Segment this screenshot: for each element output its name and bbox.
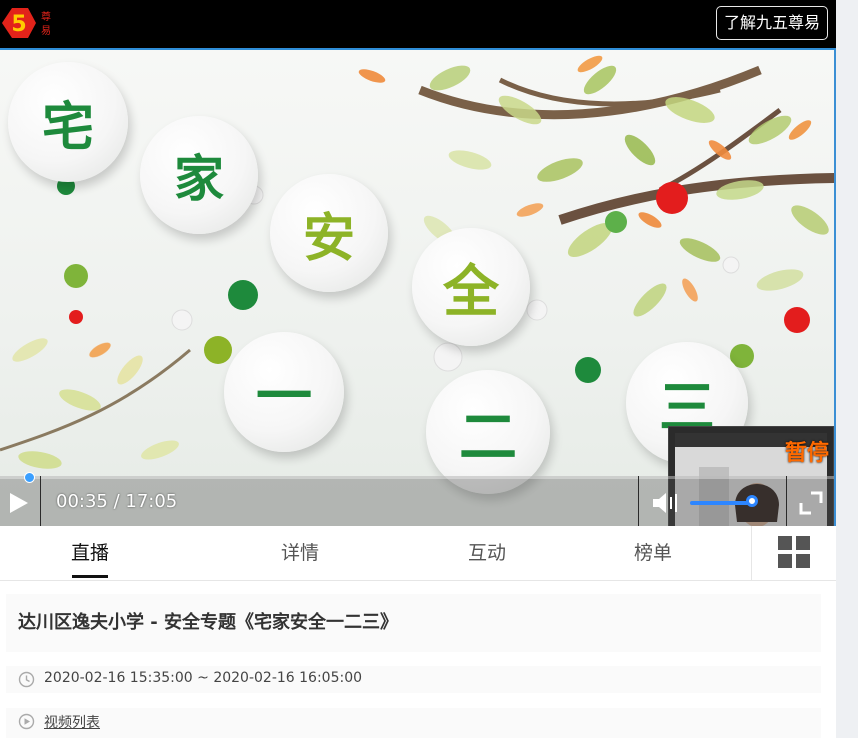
play-circle-icon bbox=[18, 713, 35, 730]
video-list-link[interactable]: 视频列表 bbox=[44, 712, 100, 732]
scene-char-bubble: 安 bbox=[270, 174, 388, 292]
svg-text:5: 5 bbox=[11, 12, 26, 37]
divider bbox=[638, 476, 639, 526]
tab-interaction[interactable]: 互动 bbox=[453, 526, 521, 580]
grid-icon bbox=[778, 536, 810, 568]
progress-handle[interactable] bbox=[24, 472, 35, 483]
schedule-row: 2020-02-16 15:35:00 ~ 2020-02-16 16:05:0… bbox=[6, 666, 821, 693]
fullscreen-button[interactable] bbox=[797, 489, 825, 517]
scene-char-bubble: 宅 bbox=[8, 62, 128, 182]
brand-logo[interactable]: 5 尊 易 bbox=[0, 4, 56, 42]
program-title-card: 达川区逸夫小学 - 安全专题《宅家安全一二三》 bbox=[6, 594, 821, 652]
tab-details[interactable]: 详情 bbox=[266, 526, 334, 580]
page: 5 尊 易 了解九五尊易 宅 家 安 全 一 二 三 暂停 00:35 / 17… bbox=[0, 0, 836, 738]
divider bbox=[40, 476, 41, 526]
menu-grid-button[interactable] bbox=[751, 526, 836, 580]
clock-icon bbox=[18, 671, 35, 688]
volume-knob[interactable] bbox=[746, 495, 758, 507]
tab-bar: 直播 详情 互动 榜单 bbox=[0, 526, 836, 581]
playback-time: 00:35 / 17:05 bbox=[56, 491, 178, 512]
pip-status-label: 暂停 bbox=[784, 441, 829, 466]
scene-char-bubble: 全 bbox=[412, 228, 530, 346]
play-button[interactable] bbox=[4, 488, 34, 518]
divider bbox=[786, 476, 787, 526]
player-controls: 00:35 / 17:05 bbox=[0, 472, 834, 526]
schedule-time: 2020-02-16 15:35:00 ~ 2020-02-16 16:05:0… bbox=[44, 670, 363, 686]
logo-text: 易 bbox=[41, 25, 51, 37]
play-icon bbox=[10, 493, 28, 513]
speaker-icon bbox=[653, 493, 677, 513]
video-list-row: 视频列表 bbox=[6, 708, 821, 738]
active-tab-indicator bbox=[72, 575, 108, 578]
svg-text:尊: 尊 bbox=[41, 10, 51, 23]
about-button[interactable]: 了解九五尊易 bbox=[715, 6, 828, 40]
top-bar: 5 尊 易 了解九五尊易 bbox=[0, 0, 836, 48]
tab-leaderboard[interactable]: 榜单 bbox=[619, 526, 687, 580]
program-title: 达川区逸夫小学 - 安全专题《宅家安全一二三》 bbox=[18, 612, 399, 633]
progress-bar[interactable] bbox=[0, 472, 834, 483]
volume-button[interactable] bbox=[651, 490, 679, 516]
fullscreen-icon bbox=[799, 491, 823, 515]
tab-live[interactable]: 直播 bbox=[56, 526, 124, 580]
scene-char-bubble: 一 bbox=[224, 332, 344, 452]
volume-slider[interactable] bbox=[690, 501, 754, 505]
page-gutter bbox=[836, 0, 858, 738]
scene-char-bubble: 家 bbox=[140, 116, 258, 234]
video-player[interactable]: 宅 家 安 全 一 二 三 暂停 00:35 / 17:05 bbox=[0, 48, 836, 526]
